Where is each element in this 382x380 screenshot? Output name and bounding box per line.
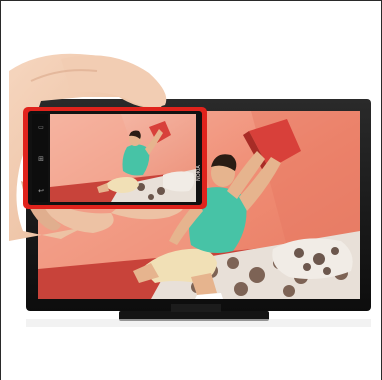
photo-frame: ▭ ⊞ ↩ NOKIA	[0, 0, 382, 380]
phone-brand: NOKIA	[196, 165, 202, 181]
windows-icon: ⊞	[38, 155, 44, 163]
phone-icon-top: ▭	[38, 124, 44, 131]
back-icon: ↩	[38, 187, 44, 195]
phone: ▭ ⊞ ↩ NOKIA	[23, 107, 207, 209]
tv-phone-photo: ▭ ⊞ ↩ NOKIA	[9, 53, 371, 327]
phone-screen	[50, 114, 196, 202]
